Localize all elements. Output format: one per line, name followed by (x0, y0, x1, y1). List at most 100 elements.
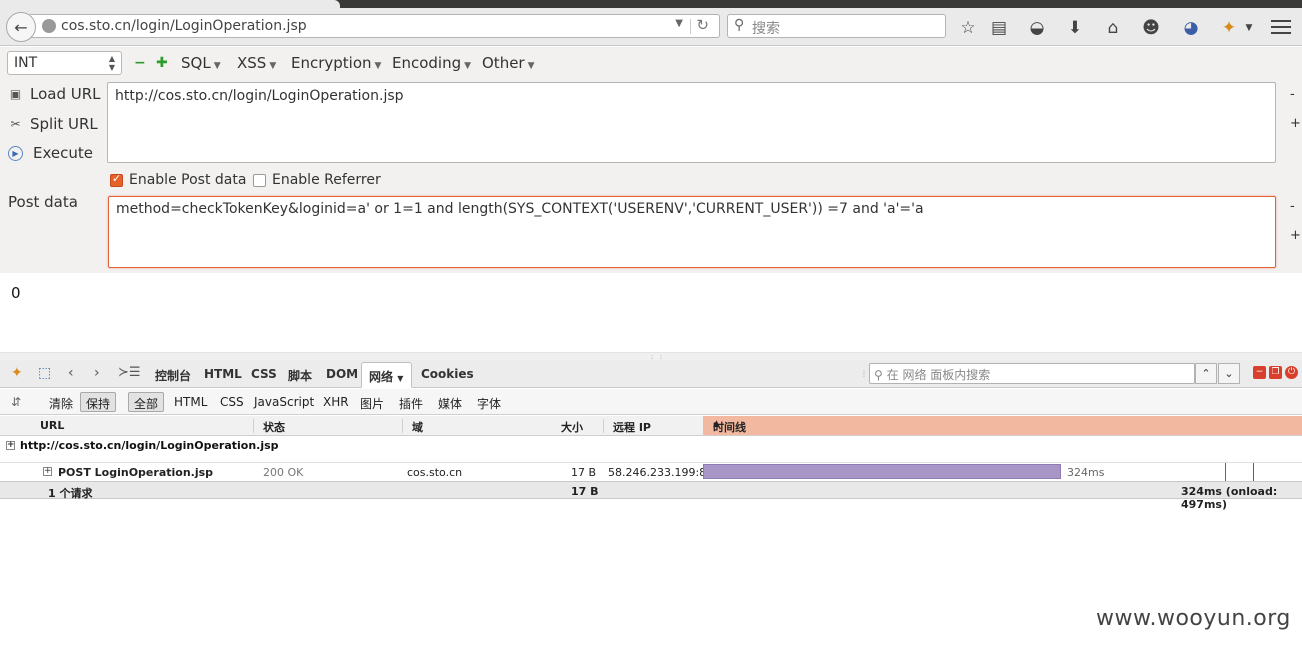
scissors-icon: ✂ (10, 116, 21, 131)
net-search-placeholder: 在 网络 面板内搜索 (886, 368, 991, 382)
checkbox-checked-icon (110, 172, 123, 187)
url-textarea[interactable]: http://cos.sto.cn/login/LoginOperation.j… (107, 82, 1276, 163)
filter-html[interactable]: HTML (174, 395, 207, 409)
filter-xhr[interactable]: XHR (323, 395, 349, 409)
execute-button[interactable]: ▶ Execute (8, 144, 93, 162)
tab-net-label: 网络 (369, 370, 394, 384)
search-placeholder: 搜索 (752, 21, 780, 37)
tab-css[interactable]: CSS (251, 367, 277, 381)
post-data-textarea[interactable]: method=checkTokenKey&loginid=a' or 1=1 a… (108, 196, 1276, 268)
watermark-text: www.wooyun.org (1096, 606, 1291, 631)
home-icon[interactable]: ⌂ (1102, 17, 1124, 39)
persist-button[interactable]: 保持 (80, 392, 117, 412)
net-summary-row: 1 个请求 17 B 324ms (onload: 497ms) (0, 481, 1302, 511)
filter-css[interactable]: CSS (220, 395, 244, 409)
post-shrink-button[interactable]: - (1290, 199, 1295, 214)
menu-xss[interactable]: XSS ▼ (237, 54, 276, 72)
enable-post-label: Enable Post data (129, 172, 247, 188)
reading-list-icon[interactable]: ▤ (988, 17, 1010, 39)
back-icon[interactable]: ‹ (68, 365, 74, 381)
net-options-icon[interactable]: ⇵ (11, 395, 21, 409)
split-url-button[interactable]: ✂ Split URL (8, 115, 98, 133)
pocket-icon[interactable]: ◒ (1026, 17, 1048, 39)
firebug-icon[interactable]: ✦ (1218, 17, 1240, 39)
menu-sql[interactable]: SQL ▼ (181, 54, 221, 72)
panel-splitter[interactable]: ⋮⋮ (0, 352, 1302, 363)
tab-net[interactable]: 网络 ▼ (361, 362, 413, 388)
bookmark-star-icon[interactable]: ☆ (957, 17, 979, 39)
column-url[interactable]: URL (40, 419, 64, 432)
minimize-icon[interactable]: − (1253, 366, 1266, 379)
filter-all-button[interactable]: 全部 (128, 392, 165, 412)
tab-cookies[interactable]: Cookies (421, 367, 474, 381)
page-url-label: http://cos.sto.cn/login/LoginOperation.j… (20, 439, 279, 452)
menu-other-label: Other (482, 54, 525, 72)
column-divider (402, 419, 403, 433)
column-timeline[interactable]: 时间线 ▲ (703, 416, 1302, 435)
search-prev-button[interactable]: ⌃ (1195, 363, 1217, 384)
download-icon[interactable]: ⬇ (1064, 17, 1086, 39)
clear-button[interactable]: 清除 (49, 395, 73, 412)
int-select[interactable]: INT ▲ ▼ (7, 51, 122, 75)
back-button[interactable]: ← (6, 12, 36, 42)
column-divider (253, 419, 254, 433)
increase-button[interactable]: ✚ (156, 55, 168, 71)
menu-other[interactable]: Other ▼ (482, 54, 535, 72)
filter-images[interactable]: 图片 (360, 395, 384, 412)
url-text[interactable]: cos.sto.cn/login/LoginOperation.jsp (61, 18, 307, 34)
search-bar[interactable]: ⚲ 搜索 (727, 14, 946, 38)
post-grow-button[interactable]: + (1290, 228, 1301, 243)
menu-hamburger-icon[interactable] (1271, 20, 1291, 36)
tab-html[interactable]: HTML (204, 367, 242, 381)
reload-icon[interactable]: ↻ (696, 16, 709, 34)
firebug-dropdown-icon[interactable]: ▼ (1238, 17, 1260, 39)
enable-post-checkbox[interactable]: Enable Post data (110, 172, 246, 188)
firebug-menu-icon[interactable]: ✦ (11, 365, 23, 381)
split-url-label: Split URL (30, 115, 98, 133)
menu-sql-label: SQL (181, 54, 211, 72)
active-tab[interactable] (0, 0, 340, 8)
play-icon: ▶ (8, 145, 23, 161)
decrease-button[interactable]: − (134, 55, 146, 71)
column-domain[interactable]: 域 (412, 419, 423, 435)
tab-console[interactable]: 控制台 (155, 367, 191, 384)
execute-label: Execute (33, 144, 93, 162)
search-icon: ⚲ (734, 17, 745, 33)
post-data-label: Post data (8, 193, 78, 211)
filter-plugins[interactable]: 插件 (399, 395, 423, 412)
url-bar[interactable]: cos.sto.cn/login/LoginOperation.jsp ▼ ↻ (30, 14, 720, 38)
table-row[interactable]: + POST LoginOperation.jsp 200 OK cos.sto… (0, 462, 1302, 482)
filter-javascript[interactable]: JavaScript (254, 395, 314, 409)
search-next-button[interactable]: ⌄ (1218, 363, 1240, 384)
tab-script[interactable]: 脚本 (288, 367, 312, 384)
menu-encoding[interactable]: Encoding ▼ (392, 54, 471, 72)
detach-icon[interactable]: ❐ (1269, 366, 1282, 379)
request-time: 324ms (1067, 466, 1105, 479)
chat-icon[interactable]: ☻ (1140, 17, 1162, 39)
tab-dom[interactable]: DOM (326, 367, 358, 381)
net-page-group[interactable]: + http://cos.sto.cn/login/LoginOperation… (0, 437, 1302, 455)
spinner-icon: ▲ ▼ (108, 54, 115, 72)
close-icon[interactable]: ⏻ (1285, 366, 1298, 379)
net-search-input[interactable]: ⚲ 在 网络 面板内搜索 (869, 363, 1195, 384)
expand-icon[interactable]: + (6, 441, 15, 450)
url-separator (690, 19, 691, 34)
column-remote-ip[interactable]: 远程 IP (613, 419, 651, 435)
filter-media[interactable]: 媒体 (438, 395, 462, 412)
addon-globe-icon[interactable]: ◕ (1180, 17, 1202, 39)
command-line-icon[interactable]: ≻☰ (118, 365, 141, 380)
column-status[interactable]: 状态 (263, 419, 285, 435)
url-history-dropdown-icon[interactable]: ▼ (675, 18, 683, 29)
forward-icon[interactable]: › (94, 365, 100, 381)
menu-encryption[interactable]: Encryption ▼ (291, 54, 381, 72)
filter-fonts[interactable]: 字体 (477, 395, 501, 412)
inspect-icon[interactable]: ⬚ (38, 365, 51, 381)
column-size[interactable]: 大小 (561, 419, 583, 435)
caret-down-icon: ▼ (397, 374, 404, 383)
load-url-button[interactable]: ▣ Load URL (8, 85, 101, 103)
request-ip: 58.246.233.199:80 (608, 466, 714, 479)
url-shrink-button[interactable]: - (1290, 87, 1295, 102)
url-grow-button[interactable]: + (1290, 116, 1301, 131)
enable-referrer-checkbox[interactable]: Enable Referrer (253, 172, 381, 188)
expand-icon[interactable]: + (43, 467, 52, 476)
